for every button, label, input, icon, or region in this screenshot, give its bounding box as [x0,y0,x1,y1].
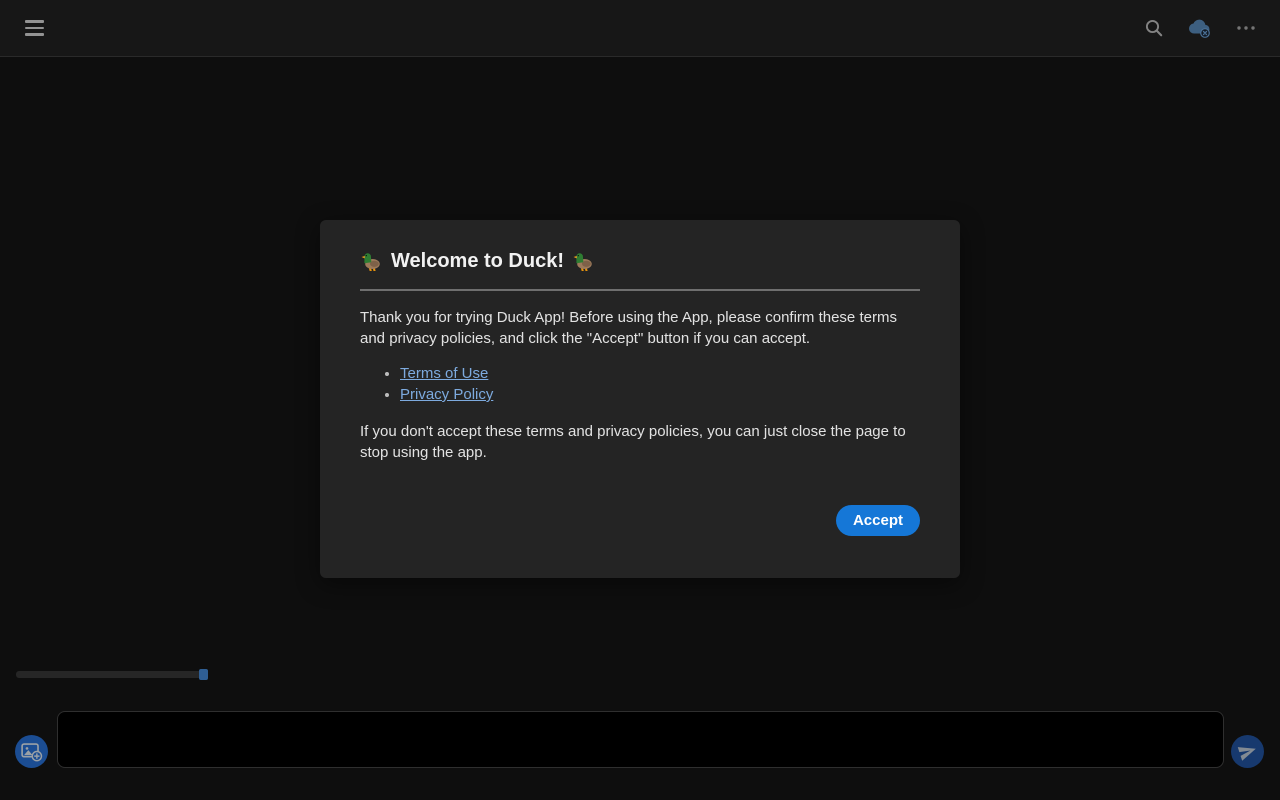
welcome-dialog: Welcome to Duck! Thank you for trying Du… [320,220,960,578]
dialog-intro-text: Thank you for trying Duck App! Before us… [360,309,897,347]
menu-button[interactable] [18,12,50,44]
dialog-note-text: If you don't accept these terms and priv… [360,423,906,461]
title-divider [360,289,920,291]
cloud-status-button[interactable] [1184,12,1216,44]
dialog-title: Welcome to Duck! [360,247,920,275]
cloud-offline-icon [1188,19,1210,38]
slider-thumb[interactable] [199,669,208,680]
search-button[interactable] [1138,12,1170,44]
list-item: Privacy Policy [400,384,920,405]
add-image-button[interactable] [15,735,48,768]
list-item: Terms of Use [400,363,920,384]
ellipsis-icon [1237,26,1255,30]
more-options-button[interactable] [1230,12,1262,44]
search-icon [1145,19,1163,37]
hamburger-menu-icon [24,20,44,36]
seek-slider[interactable] [16,669,208,680]
privacy-policy-link[interactable]: Privacy Policy [400,386,493,403]
dialog-actions: Accept [360,505,920,536]
terms-of-use-link[interactable]: Terms of Use [400,365,488,382]
policy-links-list: Terms of Use Privacy Policy [360,363,920,405]
message-input[interactable] [57,711,1224,768]
send-button[interactable] [1231,735,1264,768]
duck-emoji [361,252,380,271]
accept-button[interactable]: Accept [835,505,920,536]
send-paper-plane-icon [1237,747,1256,761]
top-bar-actions [1138,12,1262,44]
image-plus-icon [21,743,43,762]
duck-emoji [573,252,592,271]
dialog-title-text: Welcome to Duck! [391,250,564,272]
top-bar [0,0,1280,57]
